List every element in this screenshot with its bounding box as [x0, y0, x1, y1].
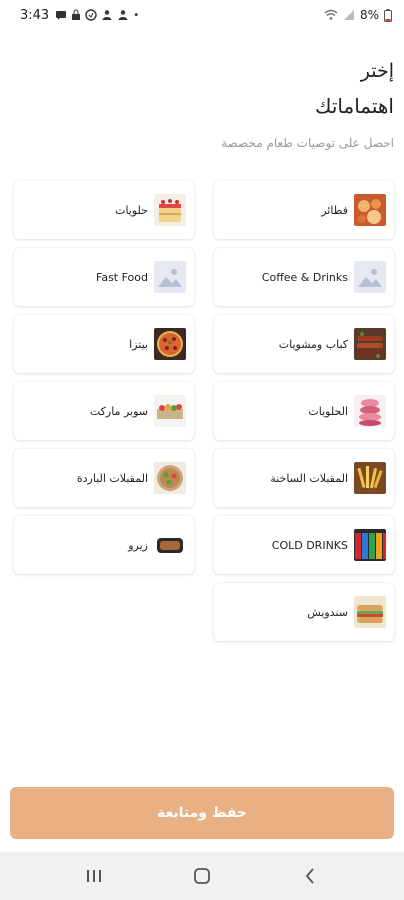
recent-apps-button[interactable]: [74, 856, 114, 896]
category-label: الحلويات: [308, 404, 348, 418]
macarons-photo: [354, 395, 386, 427]
category-label: كباب ومشويات: [278, 337, 348, 351]
tray-photo: [154, 529, 186, 561]
person-icon: [118, 10, 128, 20]
status-bar: 3:43 • 8%: [0, 0, 404, 30]
save-continue-button[interactable]: حفظ ومتابعة: [10, 787, 394, 839]
category-card-desserts[interactable]: الحلويات: [214, 382, 394, 440]
category-label: المقبلات الباردة: [76, 471, 148, 485]
status-time: 3:43: [20, 7, 50, 23]
grill-photo: [354, 328, 386, 360]
category-label: حلويات: [115, 203, 148, 217]
notification-icons: •: [55, 9, 139, 21]
cake-photo: [154, 194, 186, 226]
image-placeholder-icon: [154, 261, 186, 293]
category-card-fast-food[interactable]: Fast Food: [14, 248, 194, 306]
recent-apps-icon: [87, 870, 101, 882]
sandwich-photo: [354, 596, 386, 628]
fries-photo: [354, 462, 386, 494]
category-card-sweets[interactable]: حلويات: [14, 181, 194, 239]
battery-level: 8%: [359, 8, 379, 22]
home-button[interactable]: [182, 856, 222, 896]
system-nav-bar: [0, 852, 404, 900]
category-label: سوبر ماركت: [89, 404, 148, 418]
lock-icon: [72, 9, 81, 20]
category-label: COLD DRINKS: [271, 538, 348, 552]
category-card-sandwich[interactable]: سندويش: [214, 583, 394, 641]
category-label: بيتزا: [129, 337, 148, 351]
category-label: زيرو: [128, 538, 148, 552]
interests-grid: فطائر حلويات Coffee & Drinks Fast Food ك…: [14, 181, 394, 641]
category-card-cold-drinks[interactable]: COLD DRINKS: [214, 516, 394, 574]
image-placeholder-icon: [354, 261, 386, 293]
salad-photo: [154, 462, 186, 494]
home-icon: [194, 868, 210, 884]
back-button[interactable]: [290, 856, 330, 896]
message-icon: [56, 11, 67, 20]
category-card-pastries[interactable]: فطائر: [214, 181, 394, 239]
status-right: 8%: [324, 8, 392, 22]
category-card-pizza[interactable]: بيتزا: [14, 315, 194, 373]
cans-photo: [354, 529, 386, 561]
category-card-coffee-drinks[interactable]: Coffee & Drinks: [214, 248, 394, 306]
category-card-zero[interactable]: زيرو: [14, 516, 194, 574]
person-icon: [102, 10, 112, 20]
battery-icon: [384, 8, 392, 22]
category-label: Fast Food: [96, 270, 148, 284]
wifi-icon: [324, 9, 338, 20]
category-card-cold-appetizers[interactable]: المقبلات الباردة: [14, 449, 194, 507]
category-label: سندويش: [307, 605, 348, 619]
pizza-photo: [154, 328, 186, 360]
signal-icon: [343, 10, 354, 20]
category-card-hot-appetizers[interactable]: المقبلات الساخنة: [214, 449, 394, 507]
shield-icon: [85, 9, 97, 21]
page-title-line1: إختر: [360, 60, 394, 82]
category-label: المقبلات الساخنة: [270, 471, 348, 485]
dot-icon: •: [133, 9, 140, 21]
status-left: 3:43 •: [20, 8, 139, 23]
back-chevron-icon: [305, 868, 314, 884]
category-card-supermarket[interactable]: سوبر ماركت: [14, 382, 194, 440]
category-label: Coffee & Drinks: [261, 270, 348, 284]
pastry-photo: [354, 194, 386, 226]
page-subtitle: احصل على توصيات طعام مخصصة: [221, 136, 394, 150]
category-label: فطائر: [321, 203, 348, 217]
market-photo: [154, 395, 186, 427]
category-card-kebab-grills[interactable]: كباب ومشويات: [214, 315, 394, 373]
page-title-line2: اهتماماتك: [314, 94, 394, 118]
